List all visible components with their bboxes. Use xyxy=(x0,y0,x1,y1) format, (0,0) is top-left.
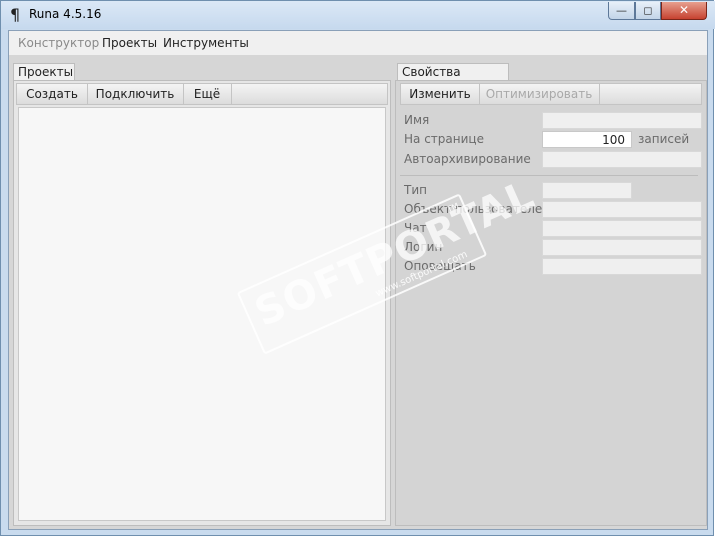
per-page-value: 100 xyxy=(602,133,625,147)
per-page-field[interactable]: 100 xyxy=(542,131,632,148)
more-button[interactable]: Ещё xyxy=(183,84,232,104)
pilcrow-app-icon[interactable]: ¶ xyxy=(10,6,22,24)
notify-field[interactable] xyxy=(542,258,702,275)
close-icon: ✕ xyxy=(678,3,690,17)
main-content: Проекты Создать Подключить Ещё Свойства … xyxy=(9,55,707,529)
properties-panel: Изменить Оптимизировать Имя На странице … xyxy=(395,80,707,526)
per-page-unit: записей xyxy=(638,132,690,146)
chat-label: Чат xyxy=(404,221,427,235)
minimize-icon: — xyxy=(616,4,627,17)
window-title: Runa 4.5.16 xyxy=(29,7,102,21)
login-label: Логин xyxy=(404,240,443,254)
notify-label: Оповещать xyxy=(404,259,476,273)
connect-button[interactable]: Подключить xyxy=(87,84,184,104)
tab-project-properties[interactable]: Свойства проекта xyxy=(397,63,509,95)
menu-tools[interactable]: Инструменты xyxy=(163,36,249,50)
type-label: Тип xyxy=(404,183,427,197)
maximize-button[interactable]: ◻ xyxy=(635,2,661,20)
properties-toolbar: Изменить Оптимизировать xyxy=(400,83,702,105)
users-object-field[interactable] xyxy=(542,201,702,218)
per-page-label: На странице xyxy=(404,132,484,146)
client-area: Конструктор Проекты Инструменты Проекты … xyxy=(8,30,708,530)
projects-panel: Создать Подключить Ещё xyxy=(13,80,391,526)
app-window: ¶ Runa 4.5.16 — ◻ ✕ Конструктор Проекты … xyxy=(0,0,715,536)
optimize-button[interactable]: Оптимизировать xyxy=(479,84,600,104)
create-button[interactable]: Создать xyxy=(17,84,88,104)
menu-bar: Конструктор Проекты Инструменты xyxy=(9,31,707,56)
users-object-label: Объект пользователей xyxy=(404,202,551,216)
edit-button[interactable]: Изменить xyxy=(401,84,480,104)
close-button[interactable]: ✕ xyxy=(661,2,707,20)
projects-toolbar: Создать Подключить Ещё xyxy=(16,83,388,105)
menu-projects[interactable]: Проекты xyxy=(102,36,157,50)
autoarchive-label: Автоархивирование xyxy=(404,152,531,166)
tab-projects[interactable]: Проекты xyxy=(13,63,75,80)
projects-list[interactable] xyxy=(18,107,386,521)
minimize-button[interactable]: — xyxy=(608,2,635,20)
properties-separator xyxy=(400,175,698,176)
autoarchive-field[interactable] xyxy=(542,151,702,168)
chat-field[interactable] xyxy=(542,220,702,237)
type-field[interactable] xyxy=(542,182,632,199)
name-label: Имя xyxy=(404,113,430,127)
menu-constructor[interactable]: Конструктор xyxy=(18,36,99,50)
title-bar[interactable]: ¶ Runa 4.5.16 — ◻ ✕ xyxy=(1,1,715,29)
maximize-icon: ◻ xyxy=(643,4,653,17)
login-field[interactable] xyxy=(542,239,702,256)
name-field[interactable] xyxy=(542,112,702,129)
